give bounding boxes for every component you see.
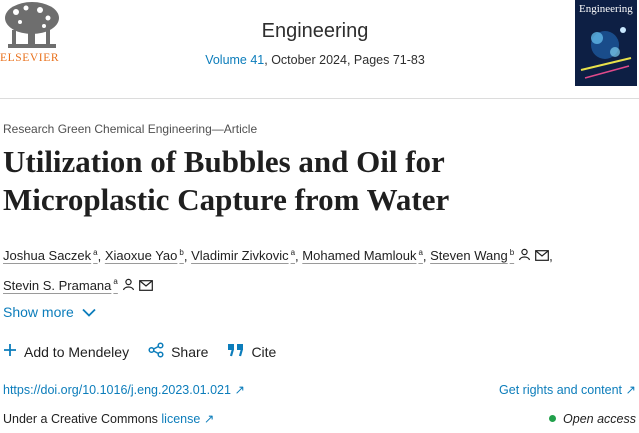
license-link[interactable]: license ↗ — [161, 412, 214, 426]
envelope-icon — [138, 274, 153, 299]
article-title: Utilization of Bubbles and Oil for Micro… — [3, 143, 563, 219]
header-divider — [0, 98, 639, 99]
share-label: Share — [171, 343, 209, 360]
external-link-icon: ↗ — [625, 383, 636, 397]
author-link[interactable]: Vladimir Zivkovic a — [191, 248, 295, 263]
chevron-down-icon — [82, 304, 96, 320]
author-list: Joshua Saczek a, Xiaoxue Yao b, Vladimir Z… — [3, 240, 639, 299]
doi-row: https://doi.org/10.1016/j.eng.2023.01.02… — [3, 382, 636, 397]
publisher-name: ELSEVIER — [0, 52, 60, 64]
quote-icon — [227, 343, 244, 360]
journal-issue: Volume 41, October 2024, Pages 71-83 — [150, 53, 480, 67]
external-link-icon: ↗ — [234, 383, 245, 397]
license-row: Under a Creative Commons license ↗ Open … — [3, 411, 636, 427]
journal-title[interactable]: Engineering — [150, 20, 480, 43]
plus-icon — [3, 343, 17, 360]
mendeley-label: Add to Mendeley — [24, 343, 130, 360]
author-link[interactable]: Stevin S. Pramana a — [3, 277, 153, 293]
author-link[interactable]: Joshua Saczek a — [3, 248, 98, 263]
open-access-label: Open access — [563, 411, 636, 426]
show-more-label: Show more — [3, 304, 74, 320]
journal-info: Engineering Volume 41, October 2024, Pag… — [150, 20, 480, 67]
license-text: Under a Creative Commons license ↗ — [3, 412, 215, 426]
person-icon — [122, 274, 135, 299]
share-icon — [148, 342, 164, 361]
person-icon — [518, 244, 531, 269]
share-button[interactable]: Share — [148, 342, 208, 361]
doi-link[interactable]: https://doi.org/10.1016/j.eng.2023.01.02… — [3, 382, 245, 397]
journal-cover-image[interactable]: Engineering — [575, 0, 637, 86]
volume-link[interactable]: Volume 41 — [205, 53, 264, 67]
open-access-badge: Open access — [549, 411, 636, 426]
journal-header: ELSEVIER Engineering Volume 41, October … — [0, 0, 639, 98]
author-link[interactable]: Mohamed Mamlouk a — [302, 248, 423, 263]
elsevier-logo[interactable]: ELSEVIER — [0, 0, 64, 68]
cite-button[interactable]: Cite — [227, 343, 276, 360]
show-more-button[interactable]: Show more — [3, 304, 96, 320]
cover-title: Engineering — [579, 3, 633, 15]
author-link[interactable]: Xiaoxue Yao b — [105, 248, 184, 263]
add-to-mendeley-button[interactable]: Add to Mendeley — [3, 343, 129, 360]
rights-link[interactable]: Get rights and content ↗ — [499, 382, 636, 397]
author-link[interactable]: Steven Wang b — [430, 248, 550, 263]
cite-label: Cite — [251, 343, 277, 360]
title-line-2: Microplastic Capture from Water — [3, 182, 450, 217]
article-actions: Add to Mendeley Share Cite — [3, 342, 295, 361]
external-link-icon: ↗ — [203, 412, 215, 426]
tree-icon — [0, 0, 64, 52]
issue-details: , October 2024, Pages 71-83 — [264, 53, 425, 67]
open-access-dot-icon — [549, 415, 557, 422]
envelope-icon — [535, 244, 550, 269]
article-type: Research Green Chemical Engineering—Arti… — [3, 122, 258, 136]
title-line-1: Utilization of Bubbles and Oil for — [3, 144, 445, 179]
